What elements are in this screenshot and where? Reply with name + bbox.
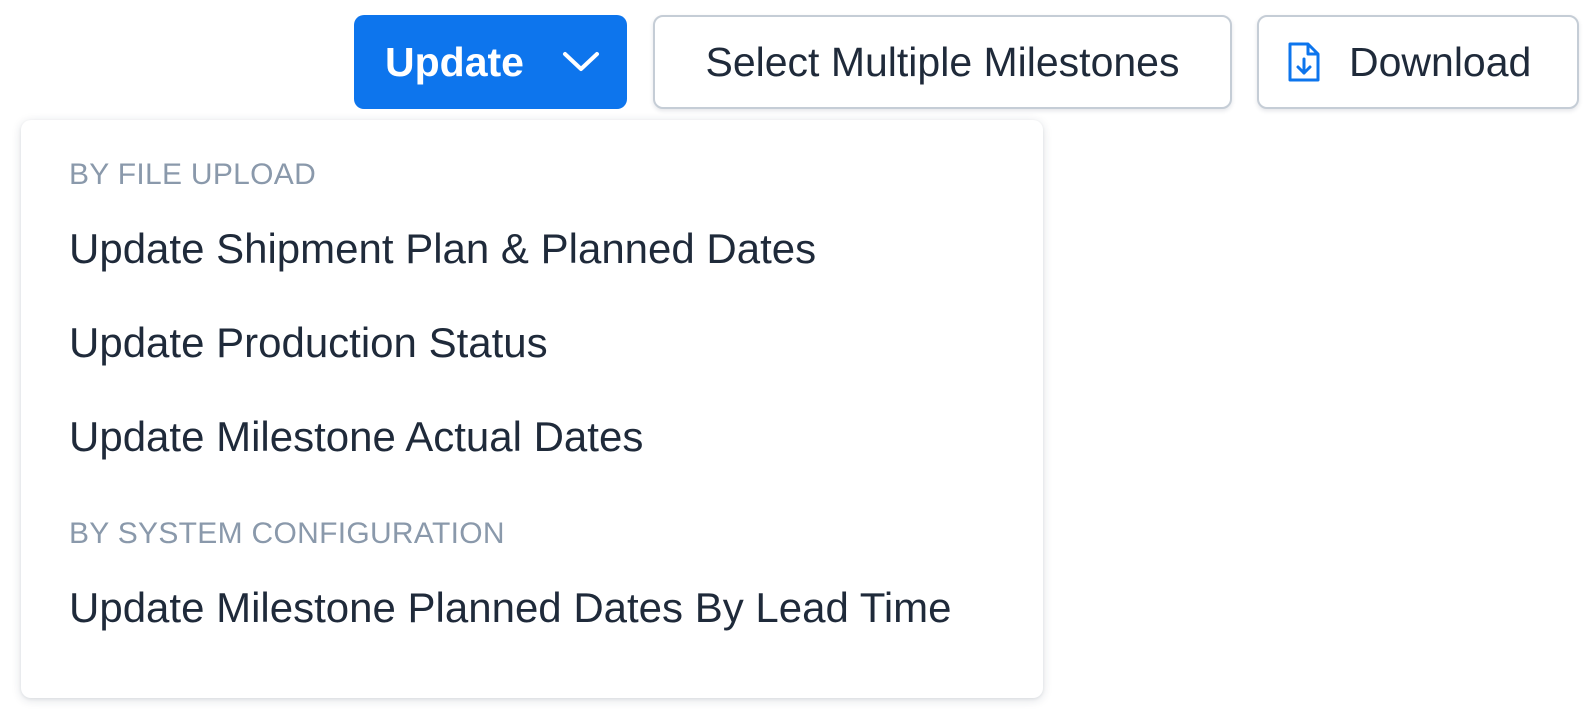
download-button[interactable]: Download (1257, 15, 1579, 109)
update-dropdown-menu: BY FILE UPLOAD Update Shipment Plan & Pl… (21, 120, 1043, 698)
select-multiple-label: Select Multiple Milestones (705, 38, 1180, 85)
menu-item-update-milestone-actual-dates[interactable]: Update Milestone Actual Dates (69, 413, 643, 461)
chevron-down-icon (563, 52, 599, 71)
select-multiple-milestones-button[interactable]: Select Multiple Milestones (653, 15, 1232, 109)
menu-item-update-production-status[interactable]: Update Production Status (69, 319, 548, 367)
menu-item-update-planned-dates-by-lead-time[interactable]: Update Milestone Planned Dates By Lead T… (69, 584, 952, 632)
file-download-icon (1288, 42, 1320, 82)
update-dropdown-button[interactable]: Update (354, 15, 627, 109)
section-header-system-configuration: BY SYSTEM CONFIGURATION (69, 517, 505, 550)
section-header-file-upload: BY FILE UPLOAD (69, 158, 317, 191)
action-toolbar: Update Select Multiple Milestones Downlo… (0, 15, 1596, 109)
download-label: Download (1349, 38, 1532, 85)
update-button-label: Update (385, 38, 524, 85)
menu-item-update-shipment-plan[interactable]: Update Shipment Plan & Planned Dates (69, 225, 816, 273)
